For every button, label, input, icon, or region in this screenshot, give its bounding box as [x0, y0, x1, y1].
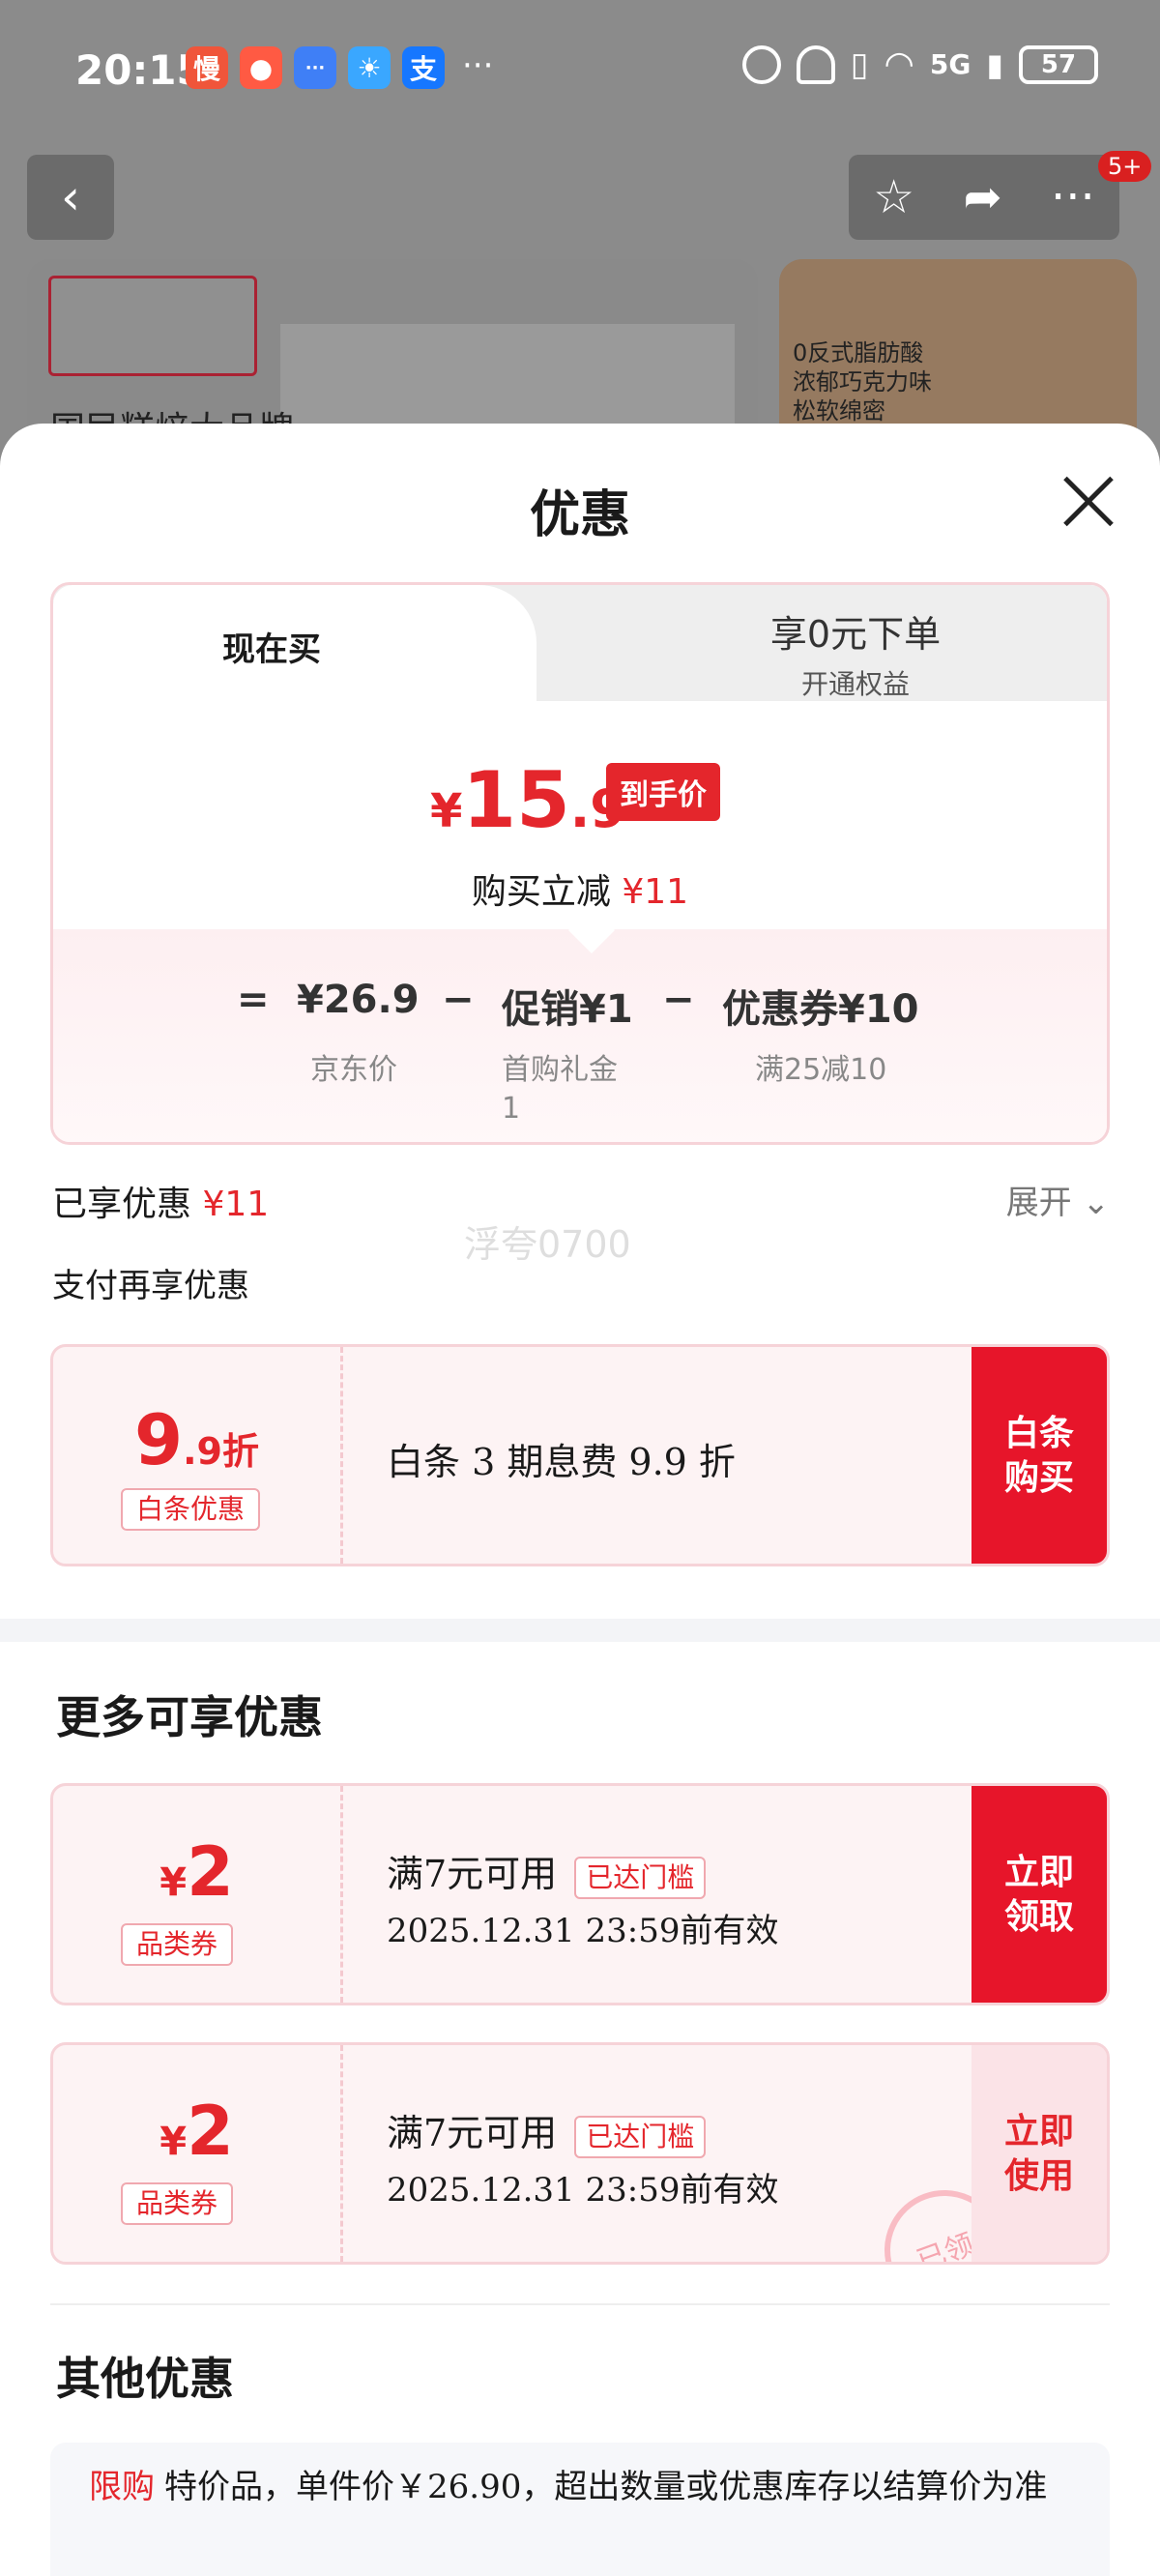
limit-text: 特价品，单件价￥26.90，超出数量或优惠库存以结算价为准: [164, 2468, 1048, 2506]
tab-zero-order[interactable]: 享0元下单 开通权益: [633, 604, 1078, 702]
price-integer: 15: [462, 755, 570, 845]
expand-toggle[interactable]: 展开 ⌄: [1006, 1176, 1110, 1223]
use-coupon-button[interactable]: 立即 使用: [972, 2045, 1107, 2262]
coupon-currency: ¥: [160, 1860, 188, 1905]
other-offers-title: 其他优惠: [56, 2353, 234, 2405]
watermark: 浮夸0700: [464, 1223, 631, 1266]
offers-sheet: 优惠 现在买 享0元下单 开通权益 ¥15.9 到手价 购买立减 ¥11 = ¥…: [0, 424, 1160, 2576]
coupon-amount: ¥2: [53, 2092, 340, 2171]
reduce-line: 购买立减 ¥11: [53, 864, 1107, 914]
price-breakdown: = ¥26.9 − 促销¥1 − 优惠券¥10 京东价 首购礼金 1 满25减1…: [53, 929, 1107, 1142]
enjoyed-discount: 已享优惠 ¥11: [52, 1176, 269, 1226]
brand-logo: [48, 276, 257, 376]
calc-promo-label-line2: 1: [502, 1092, 521, 1126]
signal-icon: ▮: [986, 45, 1003, 83]
coupon-amount-value: 2: [187, 1832, 234, 1912]
battery-icon: 57: [1019, 44, 1098, 84]
baitiao-amount-suffix: .9折: [183, 1430, 259, 1473]
coupon-value-area: ¥2 品类券: [53, 2045, 343, 2262]
tab-buy-now[interactable]: 现在买: [53, 585, 536, 707]
weather-app-icon: ☀: [348, 46, 391, 89]
baitiao-tag: 白条优惠: [121, 1488, 261, 1531]
close-icon[interactable]: [1059, 472, 1117, 530]
message-app-icon: ···: [294, 46, 336, 89]
pay-more-title: 支付再享优惠: [52, 1267, 249, 1305]
calc-equals: =: [237, 978, 270, 1022]
calc-coupon: 优惠券¥10: [722, 987, 919, 1032]
tab-zero-order-label: 享0元下单: [769, 613, 942, 656]
chevron-down-icon: ⌄: [1082, 1184, 1111, 1222]
coupon-amount: ¥2: [53, 1832, 340, 1912]
alarm-icon: [741, 44, 781, 84]
reduce-label: 购买立减: [471, 872, 611, 912]
calc-coupon-label: 满25减10: [755, 1053, 887, 1087]
status-more-icon: ···: [462, 46, 494, 85]
coupon-condition-text: 满7元可用: [387, 2112, 558, 2154]
coupon-currency: ¥: [160, 2120, 188, 2164]
alipay-app-icon: 支: [402, 46, 445, 89]
status-bar: 20:15 慢 ● ··· ☀ 支 ··· ▯ ◠ 5G ▮ 57: [0, 0, 1160, 135]
threshold-reached-badge: 已达门槛: [574, 1856, 707, 1899]
coupon-condition: 满7元可用 已达门槛: [387, 1844, 707, 1899]
network-label: 5G: [929, 48, 972, 80]
nav-actions: ☆ ➦ ···: [849, 155, 1119, 240]
calc-promo: 促销¥1: [502, 987, 633, 1032]
baitiao-amount-int: 9: [134, 1399, 184, 1480]
coupon-expiry: 2025.12.31 23:59前有效: [387, 2171, 779, 2210]
tab-zero-order-sub: 开通权益: [800, 668, 910, 700]
sheet-title: 优惠: [529, 485, 630, 544]
more-icon[interactable]: ···: [1051, 170, 1095, 224]
vibrate-icon: ▯: [850, 44, 869, 84]
claim-coupon-button[interactable]: 立即 领取: [972, 1786, 1107, 2003]
headphones-icon: [796, 44, 835, 84]
final-price-tag: 到手价: [606, 763, 720, 821]
expand-label: 展开: [1005, 1184, 1072, 1222]
notification-badge: 5+: [1098, 151, 1152, 182]
more-offers-title: 更多可享优惠: [56, 1691, 323, 1743]
reduce-value: ¥11: [622, 872, 689, 912]
limit-tag: 限购: [89, 2468, 155, 2506]
coupon-value-area: 9.9折 白条优惠: [53, 1347, 343, 1564]
calc-base: ¥26.9: [297, 978, 420, 1022]
section-divider-line: [50, 2303, 1110, 2305]
threshold-reached-badge: 已达门槛: [574, 2115, 707, 2158]
calc-promo-label: 首购礼金 1: [502, 1051, 618, 1128]
share-icon[interactable]: ➦: [964, 170, 1002, 224]
baitiao-coupon: 9.9折 白条优惠 白条 3 期息费 9.9 折 白条 购买: [50, 1344, 1110, 1566]
baitiao-text: 白条 3 期息费 9.9 折: [387, 1441, 736, 1483]
coupon-amount-value: 2: [187, 2092, 234, 2171]
coupon-card: ¥2 品类券 满7元可用 已达门槛 2025.12.31 23:59前有效 立即 …: [50, 1783, 1110, 2005]
baitiao-amount: 9.9折: [53, 1399, 340, 1480]
coupon-card: ¥2 品类券 满7元可用 已达门槛 2025.12.31 23:59前有效 已领 …: [50, 2042, 1110, 2265]
enjoyed-label: 已享优惠: [52, 1185, 192, 1224]
baitiao-buy-button[interactable]: 白条 购买: [972, 1347, 1107, 1564]
man-app-icon: 慢: [186, 46, 228, 89]
status-app-icons: 慢 ● ··· ☀ 支 ···: [186, 46, 493, 89]
calc-minus-2: −: [662, 978, 695, 1022]
wifi-icon: ◠: [884, 44, 914, 84]
final-price: ¥15.9: [430, 755, 626, 845]
coupon-value-area: ¥2 品类券: [53, 1786, 343, 2003]
coupon-tag: 品类券: [121, 1923, 234, 1966]
status-right-icons: ▯ ◠ 5G ▮ 57: [741, 44, 1098, 84]
coupon-condition-text: 满7元可用: [387, 1853, 558, 1895]
jd-app-icon: ●: [240, 46, 282, 89]
favorite-icon[interactable]: ☆: [873, 170, 914, 224]
side-product-text: 0反式脂肪酸 浓郁巧克力味 松软绵密: [793, 339, 932, 424]
price-currency: ¥: [430, 784, 463, 838]
coupon-condition: 满7元可用 已达门槛: [387, 2103, 707, 2158]
coupon-tag: 品类券: [121, 2182, 234, 2225]
enjoyed-value: ¥11: [202, 1185, 270, 1224]
price-card: 现在买 享0元下单 开通权益 ¥15.9 到手价 购买立减 ¥11 = ¥26.…: [50, 582, 1110, 1145]
calc-promo-label-line1: 首购礼金: [502, 1053, 618, 1087]
purchase-limit-notice: 限购 特价品，单件价￥26.90，超出数量或优惠库存以结算价为准: [50, 2443, 1110, 2576]
coupon-expiry: 2025.12.31 23:59前有效: [387, 1912, 779, 1950]
calc-base-label: 京东价: [310, 1053, 397, 1087]
calc-minus-1: −: [442, 978, 475, 1022]
back-button[interactable]: ‹: [27, 155, 114, 240]
section-divider: [0, 1619, 1160, 1642]
